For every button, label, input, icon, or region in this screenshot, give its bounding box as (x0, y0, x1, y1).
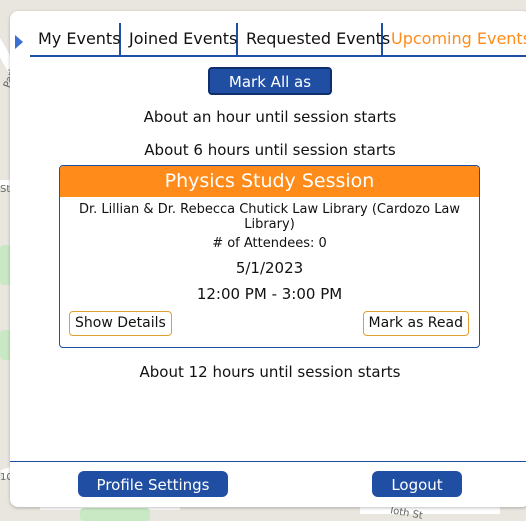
show-details-button[interactable]: Show Details (69, 311, 172, 336)
tab-upcoming-events[interactable]: Upcoming Events (383, 23, 526, 55)
logout-button[interactable]: Logout (372, 471, 462, 497)
map-street-label: St (0, 184, 11, 195)
event-attendees: # of Attendees: 0 (212, 236, 327, 251)
events-tabs: My Events Joined Events Requested Events… (30, 23, 526, 57)
tab-requested-events[interactable]: Requested Events (238, 23, 390, 55)
notice-text: About 12 hours until session starts (139, 363, 401, 381)
event-card: Physics Study Session Dr. Lillian & Dr. … (59, 165, 480, 348)
event-time: 12:00 PM - 3:00 PM (196, 285, 343, 303)
mark-as-read-button[interactable]: Mark as Read (362, 311, 469, 336)
footer-divider (10, 461, 526, 462)
collapse-arrow-icon[interactable] (15, 35, 23, 49)
tab-joined-events[interactable]: Joined Events (121, 23, 238, 55)
notice-text: About 6 hours until session starts (144, 141, 396, 159)
mark-all-as-read-button[interactable]: Mark All as Read (208, 67, 332, 115)
event-location: Dr. Lillian & Dr. Rebecca Chutick Law Li… (78, 202, 461, 232)
notice-text: About an hour until session starts (143, 108, 397, 126)
event-date: 5/1/2023 (235, 259, 304, 277)
event-title: Physics Study Session (60, 166, 479, 197)
events-panel: My Events Joined Events Requested Events… (10, 11, 526, 507)
tab-my-events[interactable]: My Events (30, 23, 121, 55)
profile-settings-button[interactable]: Profile Settings (78, 471, 228, 497)
